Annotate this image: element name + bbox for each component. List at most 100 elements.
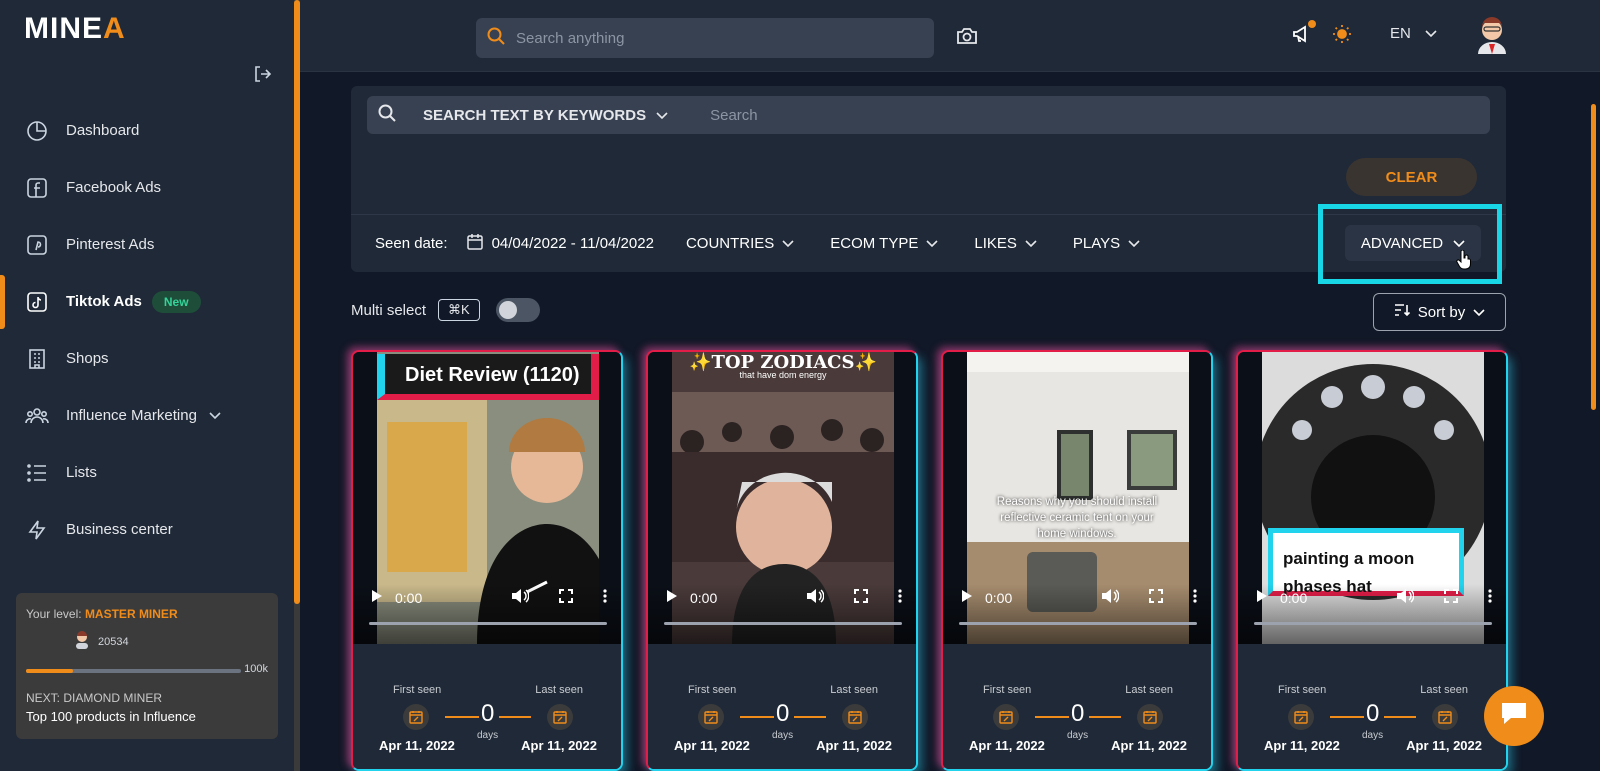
sidebar-item-label: Dashboard	[66, 122, 140, 139]
play-icon[interactable]	[666, 589, 678, 606]
hand-cursor-icon	[1456, 249, 1472, 275]
last-seen-label: Last seen	[535, 684, 583, 696]
video-progress-bar[interactable]	[1254, 622, 1492, 625]
sidebar-nav: Dashboard Facebook Ads Pinterest Ads Tik…	[0, 102, 294, 558]
multi-select-toggle[interactable]	[495, 298, 540, 322]
first-seen-label: First seen	[1278, 684, 1327, 696]
more-options-icon[interactable]	[1488, 589, 1492, 606]
first-seen-date: Apr 11, 2022	[1264, 738, 1340, 753]
clear-button[interactable]: CLEAR	[1346, 158, 1477, 196]
days-label: days	[772, 730, 794, 741]
level-progress-fill	[26, 669, 74, 673]
fullscreen-icon[interactable]	[854, 589, 868, 606]
sort-label: Sort by	[1417, 303, 1466, 321]
seen-stats: First seen Last seen 0 days Apr 11, 2022…	[648, 644, 916, 769]
video-progress-bar[interactable]	[664, 622, 902, 625]
users-icon	[24, 403, 50, 429]
megaphone-icon[interactable]	[1292, 24, 1312, 49]
more-options-icon[interactable]	[603, 589, 607, 606]
global-search[interactable]	[476, 18, 934, 58]
sun-icon[interactable]	[1332, 24, 1352, 49]
first-seen-label: First seen	[688, 684, 737, 696]
plays-filter[interactable]: PLAYS	[1073, 235, 1140, 252]
play-icon[interactable]	[1256, 589, 1268, 606]
volume-icon[interactable]	[806, 588, 825, 607]
chevron-down-icon	[1425, 25, 1437, 42]
sidebar-item-shops[interactable]: Shops	[0, 330, 294, 387]
sidebar-item-dashboard[interactable]: Dashboard	[0, 102, 294, 159]
sidebar-item-influence-marketing[interactable]: Influence Marketing	[0, 387, 294, 444]
sort-icon	[1394, 303, 1410, 321]
date-range-picker[interactable]: 04/04/2022 - 11/04/2022	[466, 233, 654, 255]
sidebar-item-facebook-ads[interactable]: Facebook Ads	[0, 159, 294, 216]
ad-card[interactable]: Reasons why you should install reflectiv…	[941, 350, 1213, 771]
bolt-icon	[24, 517, 50, 543]
video-player[interactable]: painting a moon phases hat 0:00	[1238, 352, 1506, 644]
last-seen-label: Last seen	[1420, 684, 1468, 696]
collapse-sidebar-icon[interactable]	[252, 64, 274, 86]
countries-filter[interactable]: COUNTRIES	[686, 235, 794, 252]
timeline-line	[794, 716, 826, 718]
sidebar: MINEA Dashboard Facebook Ads Pinterest A…	[0, 0, 300, 771]
play-icon[interactable]	[961, 589, 973, 606]
points: 20534	[74, 631, 129, 652]
more-options-icon[interactable]	[1193, 589, 1197, 606]
minea-logo[interactable]: MINEA	[24, 12, 126, 46]
sidebar-item-tiktok-ads[interactable]: Tiktok Ads New	[0, 273, 294, 330]
sidebar-item-label: Tiktok Ads	[66, 293, 142, 310]
ad-card[interactable]: ✨TOP ZODIACS✨ that have dom energy 0:00 …	[646, 350, 918, 771]
sort-by-button[interactable]: Sort by	[1373, 293, 1506, 331]
user-avatar[interactable]	[1472, 14, 1512, 54]
ad-card[interactable]: painting a moon phases hat 0:00 First se…	[1236, 350, 1508, 771]
video-player[interactable]: Diet Review (1120) 0:00	[353, 352, 621, 644]
sidebar-item-business-center[interactable]: Business center	[0, 501, 294, 558]
video-controls: 0:00	[1238, 584, 1506, 644]
first-seen-date: Apr 11, 2022	[379, 738, 455, 753]
sidebar-item-lists[interactable]: Lists	[0, 444, 294, 501]
days-count: 0	[1071, 700, 1085, 727]
video-player[interactable]: Reasons why you should install reflectiv…	[943, 352, 1211, 644]
calendar-icon	[698, 704, 724, 730]
more-options-icon[interactable]	[898, 589, 902, 606]
sidebar-item-pinterest-ads[interactable]: Pinterest Ads	[0, 216, 294, 273]
fullscreen-icon[interactable]	[559, 589, 573, 606]
last-seen-date: Apr 11, 2022	[1111, 738, 1187, 753]
language-label: EN	[1390, 25, 1411, 42]
global-search-input[interactable]	[516, 29, 916, 47]
fullscreen-icon[interactable]	[1444, 589, 1458, 606]
last-seen-date: Apr 11, 2022	[521, 738, 597, 753]
chat-button[interactable]	[1484, 686, 1544, 746]
volume-icon[interactable]	[1396, 588, 1415, 607]
video-player[interactable]: ✨TOP ZODIACS✨ that have dom energy 0:00	[648, 352, 916, 644]
ad-card[interactable]: Diet Review (1120) 0:00 First seen Last …	[351, 350, 623, 771]
chevron-down-icon[interactable]	[209, 407, 221, 424]
video-progress-bar[interactable]	[369, 622, 607, 625]
play-icon[interactable]	[371, 589, 383, 606]
keyword-search-input[interactable]	[710, 106, 1411, 124]
multi-select: Multi select ⌘K	[351, 298, 540, 322]
sidebar-item-label: Business center	[66, 521, 173, 538]
level-progress	[26, 669, 241, 673]
keyword-mode-select[interactable]: SEARCH TEXT BY KEYWORDS	[423, 107, 668, 124]
video-subcaption: that have dom energy	[739, 370, 827, 380]
calendar-icon	[403, 704, 429, 730]
language-selector[interactable]: EN	[1390, 25, 1437, 42]
volume-icon[interactable]	[511, 588, 530, 607]
tiktok-icon	[24, 289, 50, 315]
level-card: Your level: MASTER MINER 20534 100k NEXT…	[16, 593, 278, 739]
calendar-icon	[993, 704, 1019, 730]
seen-stats: First seen Last seen 0 days Apr 11, 2022…	[943, 644, 1211, 769]
days-count: 0	[776, 700, 790, 727]
video-progress-bar[interactable]	[959, 622, 1197, 625]
likes-filter[interactable]: LIKES	[974, 235, 1037, 252]
volume-icon[interactable]	[1101, 588, 1120, 607]
sidebar-item-label: Pinterest Ads	[66, 236, 155, 253]
keyword-search-bar[interactable]: SEARCH TEXT BY KEYWORDS	[367, 96, 1490, 134]
video-controls: 0:00	[648, 584, 916, 644]
ecom-type-filter[interactable]: ECOM TYPE	[830, 235, 938, 252]
your-level: Your level: MASTER MINER	[26, 607, 178, 621]
plays-label: PLAYS	[1072, 235, 1121, 252]
camera-icon[interactable]	[956, 26, 978, 51]
fullscreen-icon[interactable]	[1149, 589, 1163, 606]
page-scrollbar[interactable]	[1591, 104, 1596, 410]
